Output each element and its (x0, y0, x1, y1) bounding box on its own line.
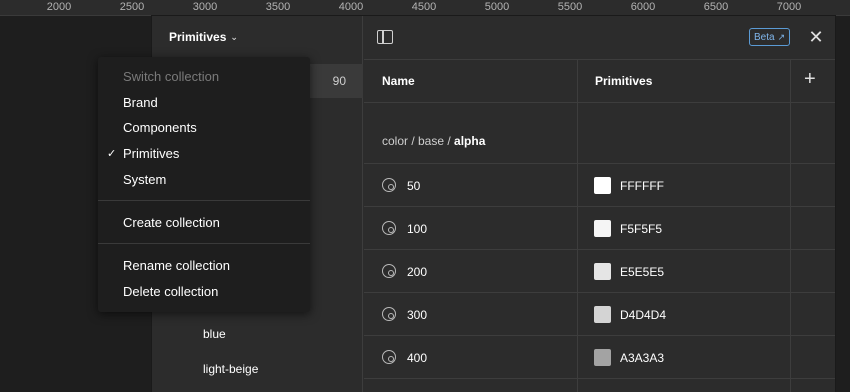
menu-item-brand[interactable]: Brand (123, 95, 158, 110)
ruler-tick: 4000 (338, 1, 364, 13)
variable-name[interactable]: 50 (407, 179, 420, 193)
variable-value[interactable]: E5E5E5 (620, 265, 664, 279)
close-icon[interactable]: ✕ (806, 27, 826, 47)
variable-name[interactable]: 300 (407, 308, 427, 322)
collection-dropdown-menu: Switch collection Brand Components ✓ Pri… (98, 57, 310, 312)
color-swatch[interactable] (594, 177, 611, 194)
menu-header: Switch collection (123, 69, 220, 84)
variable-name[interactable]: 200 (407, 265, 427, 279)
variable-row[interactable]: 50 FFFFFF (364, 164, 835, 207)
checkmark-icon: ✓ (107, 148, 117, 160)
color-swatch[interactable] (594, 263, 611, 280)
column-header-name[interactable]: Name (382, 74, 415, 88)
chevron-down-icon: ⌄ (230, 31, 238, 42)
variables-table-area: Beta ↗ ✕ Name Primitives + color / base … (364, 16, 835, 392)
ruler-tick: 6000 (630, 1, 656, 13)
palette-icon (382, 264, 396, 278)
collection-switcher[interactable]: Primitives ⌄ (169, 30, 238, 44)
variable-value[interactable]: D4D4D4 (620, 308, 666, 322)
external-link-icon: ↗ (777, 31, 786, 42)
color-swatch[interactable] (594, 220, 611, 237)
group-path-current: alpha (454, 134, 486, 148)
color-swatch[interactable] (594, 349, 611, 366)
menu-divider (98, 200, 310, 201)
menu-item-primitives[interactable]: Primitives (123, 146, 179, 161)
variable-row[interactable]: 200 E5E5E5 (364, 250, 835, 293)
palette-icon (382, 307, 396, 321)
variable-value[interactable]: F5F5F5 (620, 222, 662, 236)
ruler-tick: 2000 (46, 1, 72, 13)
group-path: color / base / alpha (382, 134, 485, 148)
table-header: Name Primitives + (364, 60, 835, 103)
group-path-prefix: color / base / (382, 134, 455, 148)
variable-name[interactable]: 100 (407, 222, 427, 236)
beta-label: Beta (754, 31, 775, 43)
ruler-tick: 5000 (484, 1, 510, 13)
ruler-tick: 5500 (557, 1, 583, 13)
ruler-tick: 3500 (265, 1, 291, 13)
variable-name[interactable]: 400 (407, 351, 427, 365)
palette-icon (382, 221, 396, 235)
ruler-tick: 7000 (776, 1, 802, 13)
menu-item-delete-collection[interactable]: Delete collection (123, 284, 218, 299)
ruler-tick: 6500 (703, 1, 729, 13)
menu-item-system[interactable]: System (123, 172, 166, 187)
menu-divider (98, 243, 310, 244)
beta-badge[interactable]: Beta ↗ (749, 28, 791, 46)
menu-item-rename-collection[interactable]: Rename collection (123, 258, 230, 273)
collection-title: Primitives (169, 30, 227, 44)
column-header-mode[interactable]: Primitives (595, 74, 652, 88)
ruler-tick: 4500 (411, 1, 437, 13)
menu-item-components[interactable]: Components (123, 120, 197, 135)
group-count: 90 (332, 74, 346, 88)
variable-value[interactable]: A3A3A3 (620, 351, 664, 365)
group-item-light-beige[interactable]: light-beige (203, 362, 258, 376)
panel-topbar: Beta ↗ ✕ (364, 16, 835, 60)
ruler-tick: 2500 (119, 1, 145, 13)
palette-icon (382, 350, 396, 364)
palette-icon (382, 178, 396, 192)
variable-row[interactable]: 400 A3A3A3 (364, 336, 835, 379)
ruler: 2000 2500 3000 3500 4000 4500 5000 5500 … (0, 0, 850, 16)
color-swatch[interactable] (594, 306, 611, 323)
variable-value[interactable]: FFFFFF (620, 179, 664, 193)
ruler-tick: 3000 (192, 1, 218, 13)
add-mode-button[interactable]: + (804, 68, 816, 91)
group-item-blue[interactable]: blue (203, 327, 226, 341)
menu-item-create-collection[interactable]: Create collection (123, 215, 220, 230)
variable-row[interactable]: 100 F5F5F5 (364, 207, 835, 250)
variable-row[interactable]: 300 D4D4D4 (364, 293, 835, 336)
sidebar-toggle-icon[interactable] (377, 30, 393, 44)
